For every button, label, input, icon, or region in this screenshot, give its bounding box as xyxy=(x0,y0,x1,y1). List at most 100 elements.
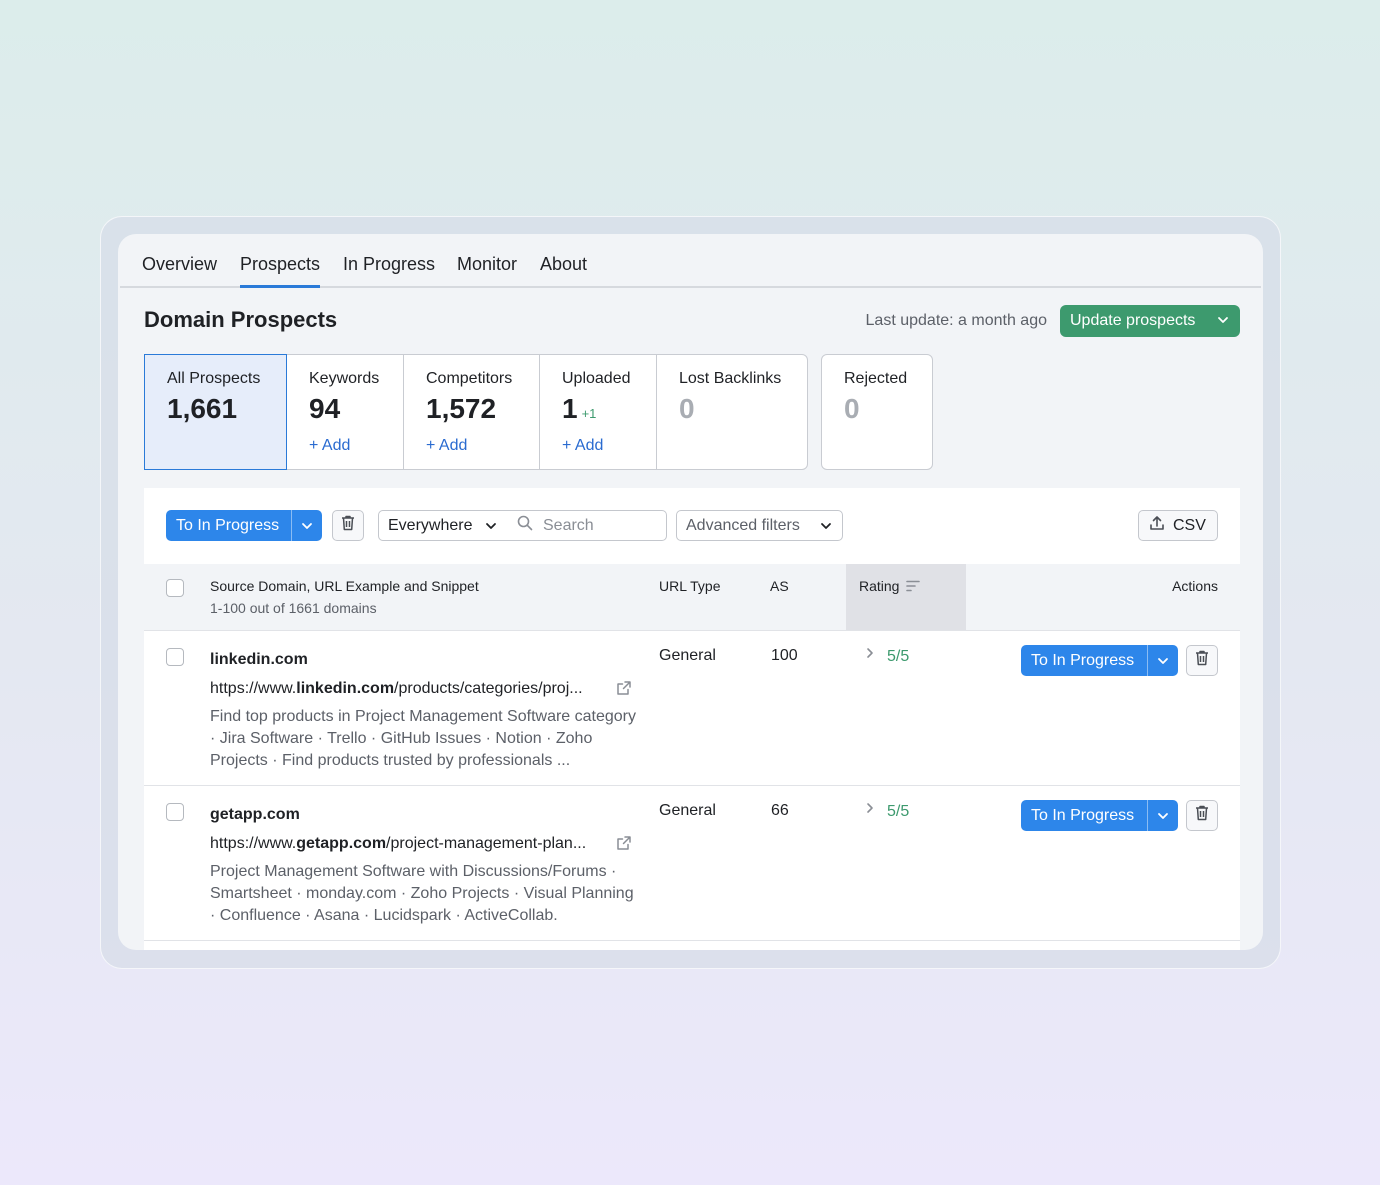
chevron-right-icon[interactable] xyxy=(864,800,876,821)
csv-label: CSV xyxy=(1173,516,1206,534)
card-label: Uploaded xyxy=(562,370,631,387)
card-value: 1 +1 xyxy=(562,393,596,425)
row-url-link[interactable]: https://www.linkedin.com/products/catego… xyxy=(210,680,583,698)
row-checkbox[interactable] xyxy=(166,648,184,666)
trash-icon xyxy=(1195,805,1209,826)
chevron-down-icon[interactable] xyxy=(1147,645,1178,676)
card-rejected[interactable]: Rejected 0 xyxy=(821,354,933,470)
card-value: 1,572 xyxy=(426,393,497,424)
row-url-link[interactable]: https://www.getapp.com/project-managemen… xyxy=(210,835,586,853)
card-value: 94 xyxy=(309,393,341,424)
row-as: 66 xyxy=(771,802,789,819)
table-row: getapp.com https://www.getapp.com/projec… xyxy=(144,786,1240,941)
card-label: Competitors xyxy=(426,370,513,387)
tab-in-progress[interactable]: In Progress xyxy=(343,254,435,288)
rating-column-highlight xyxy=(846,564,966,630)
prospects-table-panel: To In Progress Everywhere Search Advance… xyxy=(144,488,1240,950)
select-all-checkbox[interactable] xyxy=(166,579,184,597)
url-suffix: /project-management-plan... xyxy=(386,835,587,852)
card-keywords[interactable]: Keywords 94 + Add xyxy=(286,354,404,470)
row-snippet: Project Management Software with Discuss… xyxy=(210,863,634,924)
page-title: Domain Prospects xyxy=(144,307,338,332)
column-source-count: 1-100 out of 1661 domains xyxy=(210,600,377,616)
bulk-to-in-progress-label: To In Progress xyxy=(176,516,280,534)
url-suffix: /products/categories/proj... xyxy=(394,680,583,697)
scope-select-value: Everywhere xyxy=(388,516,473,534)
card-value: 1,661 xyxy=(167,393,238,424)
row-to-in-progress-button[interactable]: To In Progress xyxy=(1021,645,1178,676)
chevron-down-icon[interactable] xyxy=(291,510,322,541)
card-lost-backlinks[interactable]: Lost Backlinks 0 xyxy=(656,354,808,470)
row-to-in-progress-button[interactable]: To In Progress xyxy=(1021,800,1178,831)
update-prospects-label: Update prospects xyxy=(1070,312,1196,329)
chevron-right-icon[interactable] xyxy=(864,645,876,666)
row-to-in-progress-label: To In Progress xyxy=(1031,651,1135,669)
card-label: All Prospects xyxy=(167,370,261,387)
tab-monitor[interactable]: Monitor xyxy=(457,254,517,288)
row-delete-button[interactable] xyxy=(1186,800,1218,831)
row-delete-button[interactable] xyxy=(1186,645,1218,676)
external-link-icon[interactable] xyxy=(616,835,632,856)
tab-prospects[interactable]: Prospects xyxy=(240,254,321,288)
tab-bar: Overview Prospects In Progress Monitor A… xyxy=(118,234,1263,288)
scope-select[interactable]: Everywhere xyxy=(378,510,508,541)
add-keywords-link[interactable]: + Add xyxy=(309,437,350,455)
row-domain: getapp.com xyxy=(210,806,300,823)
card-uploaded[interactable]: Uploaded 1 +1 + Add xyxy=(539,354,657,470)
card-label: Lost Backlinks xyxy=(679,370,782,387)
card-label: Rejected xyxy=(844,370,908,387)
row-rating: 5/5 xyxy=(887,803,910,820)
external-link-icon[interactable] xyxy=(616,680,632,701)
column-as[interactable]: AS xyxy=(770,578,789,594)
card-delta: +1 xyxy=(581,406,597,421)
bulk-to-in-progress-button[interactable]: To In Progress xyxy=(166,510,322,541)
tab-about[interactable]: About xyxy=(540,254,587,288)
export-csv-button[interactable]: CSV xyxy=(1138,510,1218,541)
card-label: Keywords xyxy=(309,370,380,387)
row-checkbox[interactable] xyxy=(166,803,184,821)
row-to-in-progress-label: To In Progress xyxy=(1031,806,1135,824)
update-prospects-button[interactable]: Update prospects xyxy=(1060,305,1240,337)
add-competitors-link[interactable]: + Add xyxy=(426,437,467,455)
upload-icon xyxy=(1149,515,1165,536)
advanced-filters-label: Advanced filters xyxy=(686,516,800,534)
url-domain: getapp.com xyxy=(296,835,387,852)
card-value: 0 xyxy=(844,393,860,424)
column-source: Source Domain, URL Example and Snippet xyxy=(210,578,479,594)
chevron-down-icon xyxy=(1216,313,1230,332)
app-window: Overview Prospects In Progress Monitor A… xyxy=(118,234,1263,950)
url-prefix: https://www. xyxy=(210,680,297,697)
column-url-type[interactable]: URL Type xyxy=(659,578,720,594)
row-url-type: General xyxy=(659,802,716,819)
table-row: linkedin.com https://www.linkedin.com/pr… xyxy=(144,631,1240,786)
chevron-down-icon[interactable] xyxy=(1147,800,1178,831)
card-value: 0 xyxy=(679,393,695,424)
chevron-down-icon xyxy=(484,519,498,538)
table-toolbar: To In Progress Everywhere Search Advance… xyxy=(144,488,1240,564)
advanced-filters-select[interactable]: Advanced filters xyxy=(676,510,843,541)
bulk-delete-button[interactable] xyxy=(332,510,364,541)
row-url-type: General xyxy=(659,647,716,664)
column-actions: Actions xyxy=(1172,578,1218,594)
search-box[interactable] xyxy=(507,510,667,541)
url-prefix: https://www. xyxy=(210,835,297,852)
url-domain: linkedin.com xyxy=(296,680,395,697)
search-input[interactable] xyxy=(543,516,653,535)
search-icon xyxy=(517,515,533,536)
card-value-number: 1 xyxy=(562,393,578,424)
last-update-text: Last update: a month ago xyxy=(865,312,1047,329)
column-rating-label: Rating xyxy=(859,578,900,594)
chevron-down-icon xyxy=(819,519,833,538)
card-competitors[interactable]: Competitors 1,572 + Add xyxy=(403,354,540,470)
sort-icon xyxy=(906,580,921,592)
card-all-prospects[interactable]: All Prospects 1,661 xyxy=(144,354,287,470)
tab-overview[interactable]: Overview xyxy=(142,254,217,288)
row-snippet: Find top products in Project Management … xyxy=(210,708,636,769)
add-upload-link[interactable]: + Add xyxy=(562,437,603,455)
column-rating[interactable]: Rating xyxy=(859,578,921,594)
trash-icon xyxy=(341,515,355,536)
trash-icon xyxy=(1195,650,1209,671)
row-rating: 5/5 xyxy=(887,648,910,665)
table-header: Source Domain, URL Example and Snippet 1… xyxy=(144,564,1240,631)
row-as: 100 xyxy=(771,647,798,664)
